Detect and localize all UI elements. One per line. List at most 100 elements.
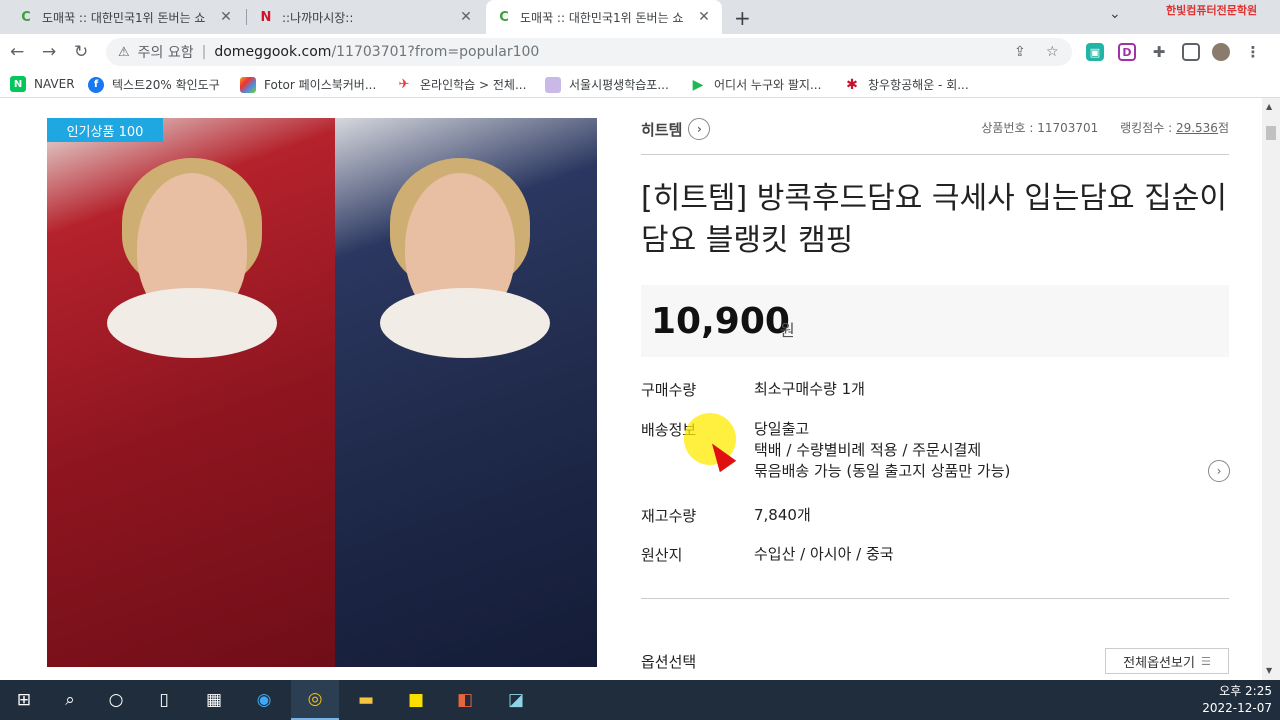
divider bbox=[641, 598, 1229, 599]
bookmark-label: 온라인학습 > 전체... bbox=[420, 78, 527, 92]
row-line: 최소구매수량 1개 bbox=[754, 380, 865, 398]
bookmark-label: NAVER bbox=[34, 77, 75, 91]
bookmark-seoul-learning[interactable]: 서울시평생학습포... bbox=[545, 76, 669, 93]
windows-start-icon[interactable]: ⊞ bbox=[0, 680, 48, 720]
product-image-red bbox=[47, 118, 335, 667]
page-scrollbar[interactable]: ▲ ▼ bbox=[1262, 98, 1280, 680]
row-label: 구매수량 bbox=[641, 381, 697, 399]
cortana-icon[interactable]: ○ bbox=[92, 680, 140, 720]
naver-icon: N bbox=[10, 76, 26, 92]
plane-icon: ✈ bbox=[398, 77, 410, 92]
windows-taskbar: ⊞ ⌕ ○ ▯ ▦ ◉ ◎ ▬ ■ ◧ ◪ 오후 2:25 2022-12-07 bbox=[0, 680, 1280, 720]
doc-icon bbox=[545, 76, 561, 93]
row-label: 원산지 bbox=[641, 546, 683, 564]
ranking-unit: 점 bbox=[1217, 121, 1229, 135]
scroll-up-icon[interactable]: ▲ bbox=[1266, 102, 1272, 111]
tab-domeggook-1[interactable]: C 도매꾹 :: 대한민국1위 돈버는 쇼 ✕ bbox=[8, 0, 244, 34]
divider: | bbox=[201, 44, 207, 60]
task-view-icon[interactable]: ▯ bbox=[140, 680, 188, 720]
view-all-options-button[interactable]: 전체옵션보기 ☰ bbox=[1105, 648, 1229, 674]
bookmark-fotor[interactable]: Fotor 페이스북커버... bbox=[240, 76, 376, 93]
row-label: 재고수량 bbox=[641, 507, 697, 525]
security-label[interactable]: 주의 요함 bbox=[138, 42, 194, 62]
calculator-icon[interactable]: ▦ bbox=[190, 680, 238, 720]
search-icon[interactable]: ⌕ bbox=[46, 680, 94, 720]
product-image[interactable] bbox=[47, 118, 597, 667]
close-icon[interactable]: ✕ bbox=[458, 9, 474, 25]
bookmark-label: 텍스트20% 확인도구 bbox=[112, 78, 220, 92]
row-line: 묶음배송 가능 (동일 출고지 상품만 가능) bbox=[754, 462, 1011, 480]
chevron-right-icon: › bbox=[688, 118, 711, 140]
scroll-thumb[interactable] bbox=[1266, 126, 1276, 140]
extension-green-icon[interactable]: ▣ bbox=[1086, 43, 1104, 61]
new-tab-button[interactable]: + bbox=[734, 6, 751, 30]
product-meta: 상품번호 : 11703701 랭킹점수 : 29.536점 bbox=[981, 119, 1229, 136]
bookmark-naver[interactable]: N NAVER bbox=[10, 76, 75, 92]
list-icon: ☰ bbox=[1200, 654, 1211, 668]
row-value: 7,840개 bbox=[754, 505, 811, 526]
price: 10,900 bbox=[651, 301, 790, 342]
chrome-icon[interactable]: ◎ bbox=[291, 680, 339, 720]
row-value: 당일출고 택배 / 수량별비례 적용 / 주문시결제 묶음배송 가능 (동일 출… bbox=[754, 419, 1010, 482]
extensions-puzzle-icon[interactable]: ✚ bbox=[1150, 43, 1168, 61]
domeggook-icon: C bbox=[21, 9, 31, 25]
brand-name: 히트템 bbox=[641, 120, 683, 139]
back-icon[interactable]: ← bbox=[10, 42, 24, 62]
close-icon[interactable]: ✕ bbox=[218, 9, 234, 25]
warning-icon[interactable]: ⚠ bbox=[118, 45, 130, 60]
menu-kebab-icon[interactable]: ⋮ bbox=[1244, 43, 1262, 61]
product-number: 상품번호 : 11703701 bbox=[981, 121, 1099, 135]
app-icon[interactable]: ◧ bbox=[441, 680, 489, 720]
divider bbox=[641, 154, 1229, 155]
side-panel-icon[interactable] bbox=[1182, 43, 1200, 61]
tab-title: 도매꾹 :: 대한민국1위 돈버는 쇼 bbox=[520, 10, 684, 25]
currency: 원 bbox=[780, 321, 795, 340]
row-line: 당일출고 bbox=[754, 420, 810, 438]
star-icon[interactable]: ☆ bbox=[1046, 44, 1059, 60]
collar-shape bbox=[107, 288, 277, 358]
bookmark-text20[interactable]: f 텍스트20% 확인도구 bbox=[88, 76, 220, 93]
ranking-score[interactable]: 29.536 bbox=[1176, 121, 1218, 135]
row-line: 7,840개 bbox=[754, 506, 811, 524]
share-icon[interactable]: ⇪ bbox=[1014, 44, 1026, 60]
tab-domeggook-active[interactable]: C 도매꾹 :: 대한민국1위 돈버는 쇼 ✕ bbox=[486, 0, 722, 34]
nakkama-icon: N bbox=[260, 9, 272, 25]
forward-icon[interactable]: → bbox=[42, 42, 56, 62]
tab-title: ::나까마시장:: bbox=[282, 10, 354, 25]
url-path: /11703701?from=popular100 bbox=[331, 44, 540, 60]
bookmarks-bar: N NAVER f 텍스트20% 확인도구 Fotor 페이스북커버... ✈ … bbox=[0, 70, 1280, 98]
product-title: [히트템] 방콕후드담요 극세사 입는담요 집순이담요 블랭킷 캠핑 bbox=[641, 181, 1227, 258]
file-explorer-icon[interactable]: ▬ bbox=[342, 680, 390, 720]
ship-icon: ✱ bbox=[846, 76, 858, 93]
notepad-icon[interactable]: ◪ bbox=[492, 680, 540, 720]
system-clock[interactable]: 오후 2:25 2022-12-07 bbox=[1202, 683, 1272, 717]
play-icon: ▶ bbox=[692, 76, 704, 93]
fotor-icon bbox=[240, 76, 256, 93]
product-image-blue bbox=[335, 118, 597, 667]
kakaotalk-icon[interactable]: ■ bbox=[392, 680, 440, 720]
extension-purple-icon[interactable]: D bbox=[1118, 43, 1136, 61]
ranking-label: 랭킹점수 : bbox=[1120, 121, 1176, 135]
brand-link[interactable]: 히트템 › bbox=[641, 118, 711, 140]
bookmark-label: Fotor 페이스북커버... bbox=[264, 78, 377, 92]
scroll-down-icon[interactable]: ▼ bbox=[1266, 666, 1272, 675]
bookmark-online-learning[interactable]: ✈ 온라인학습 > 전체... bbox=[396, 76, 527, 93]
close-icon[interactable]: ✕ bbox=[696, 9, 712, 25]
bookmark-where-to-sell[interactable]: ▶ 어디서 누구와 팔지... bbox=[690, 76, 822, 93]
tab-search-button[interactable]: ⌄ bbox=[1109, 6, 1121, 22]
reload-icon[interactable]: ↻ bbox=[74, 42, 88, 62]
edge-icon[interactable]: ◉ bbox=[240, 680, 288, 720]
row-value: 최소구매수량 1개 bbox=[754, 379, 865, 400]
facebook-icon: f bbox=[88, 76, 104, 93]
corner-logo: 한빛컴퓨터전문학원 bbox=[1166, 4, 1258, 17]
address-bar[interactable]: ⚠ 주의 요함 | domeggook.com /11703701?from=p… bbox=[106, 38, 1072, 66]
bookmark-label: 서울시평생학습포... bbox=[569, 78, 669, 92]
button-label: 전체옵션보기 bbox=[1123, 655, 1195, 671]
options-label: 옵션선택 bbox=[641, 653, 697, 671]
tab-nakkama[interactable]: N ::나까마시장:: ✕ bbox=[248, 0, 484, 34]
bookmark-changwoo[interactable]: ✱ 창우항공해운 - 회... bbox=[844, 76, 969, 93]
shipping-detail-button[interactable]: › bbox=[1208, 460, 1230, 482]
profile-avatar[interactable] bbox=[1212, 43, 1230, 61]
page-content: 인기상품 100 히트템 › 상품번호 : 11703701 랭킹점수 : 29… bbox=[0, 98, 1262, 680]
tab-strip: C 도매꾹 :: 대한민국1위 돈버는 쇼 ✕ N ::나까마시장:: ✕ C … bbox=[0, 0, 1280, 34]
